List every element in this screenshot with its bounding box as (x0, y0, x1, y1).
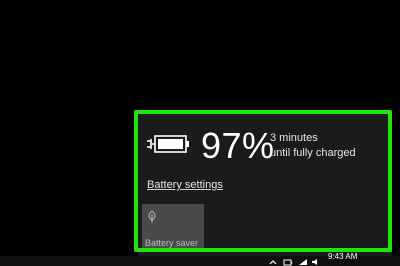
charge-time-caption: until fully charged (270, 147, 356, 159)
battery-icon[interactable] (283, 258, 293, 266)
charge-time-remaining: 3 minutes until fully charged (270, 131, 356, 161)
taskbar-clock[interactable]: 9:43 AM (328, 253, 357, 261)
battery-charging-icon (147, 135, 189, 153)
network-icon[interactable] (298, 258, 308, 266)
battery-settings-link[interactable]: Battery settings (147, 179, 223, 191)
battery-percentage: 97% (201, 125, 275, 166)
battery-saver-button[interactable]: Battery saver (142, 204, 204, 250)
chevron-up-icon[interactable] (268, 258, 278, 266)
battery-saver-label: Battery saver (145, 238, 199, 248)
desktop-screen: 97% 3 minutes until fully charged Batter… (0, 0, 400, 266)
charge-time-value: 3 minutes (270, 132, 318, 144)
volume-icon[interactable] (311, 258, 321, 266)
leaf-icon (148, 210, 156, 223)
